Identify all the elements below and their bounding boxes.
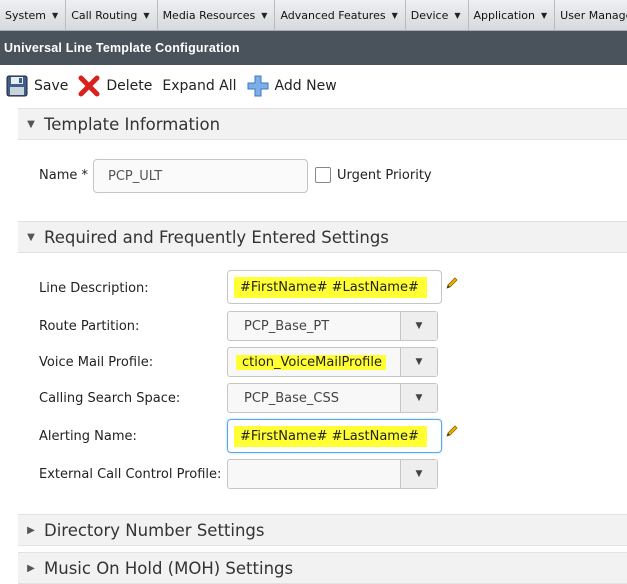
- pencil-icon[interactable]: [445, 276, 459, 290]
- line-description-label: Line Description:: [39, 281, 149, 296]
- voice-mail-profile-value: ction_VoiceMailProfile: [236, 354, 386, 370]
- expand-all-button[interactable]: Expand All: [162, 78, 236, 94]
- menu-advanced-features[interactable]: Advanced Features ▼: [275, 0, 406, 30]
- menu-user-management[interactable]: User Management: [555, 0, 627, 30]
- voice-mail-profile-select[interactable]: ction_VoiceMailProfile ▼: [227, 347, 438, 377]
- chevron-down-icon[interactable]: ▼: [400, 460, 437, 488]
- external-call-control-select[interactable]: ▼: [227, 459, 438, 489]
- name-field[interactable]: PCP_ULT: [93, 159, 308, 193]
- alerting-name-input[interactable]: #FirstName# #LastName#: [227, 419, 442, 453]
- red-x-icon: [78, 75, 100, 97]
- route-partition-label: Route Partition:: [39, 319, 140, 334]
- save-label: Save: [34, 78, 69, 94]
- menu-label: User Management: [560, 8, 627, 22]
- section-title: Directory Number Settings: [44, 520, 265, 540]
- calling-search-space-select[interactable]: PCP_Base_CSS ▼: [227, 383, 438, 413]
- alerting-name-value: #FirstName# #LastName#: [234, 425, 427, 447]
- menu-label: Call Routing: [71, 8, 138, 22]
- page-title-bar: Universal Line Template Configuration: [0, 31, 627, 65]
- line-description-input[interactable]: #FirstName# #LastName#: [227, 270, 442, 304]
- pencil-icon[interactable]: [445, 424, 459, 438]
- section-title: Required and Frequently Entered Settings: [44, 227, 389, 247]
- voice-mail-profile-value-wrap: ction_VoiceMailProfile: [228, 354, 400, 370]
- menu-device[interactable]: Device ▼: [406, 0, 469, 30]
- route-partition-select[interactable]: PCP_Base_PT ▼: [227, 311, 438, 341]
- add-new-label: Add New: [274, 78, 337, 94]
- line-description-value: #FirstName# #LastName#: [234, 276, 427, 298]
- chevron-down-icon[interactable]: ▼: [400, 348, 437, 376]
- page-title: Universal Line Template Configuration: [4, 41, 240, 55]
- urgent-priority-label: Urgent Priority: [337, 168, 432, 183]
- voice-mail-profile-label: Voice Mail Profile:: [39, 355, 154, 370]
- top-menu-bar: System ▼ Call Routing ▼ Media Resources ▼ A…: [0, 0, 627, 31]
- chevron-down-icon: ▼: [143, 10, 150, 20]
- menu-system[interactable]: System ▼: [0, 0, 67, 30]
- chevron-down-icon[interactable]: ▼: [400, 312, 437, 340]
- section-moh[interactable]: ▶ Music On Hold (MOH) Settings: [18, 552, 627, 584]
- name-label: Name *: [39, 168, 88, 183]
- menu-application[interactable]: Application ▼: [469, 0, 556, 30]
- section-template-information[interactable]: ▼ Template Information: [18, 108, 627, 140]
- menu-label: Advanced Features: [280, 8, 386, 22]
- collapse-triangle-icon: ▼: [27, 118, 35, 130]
- chevron-down-icon: ▼: [391, 10, 398, 20]
- delete-label: Delete: [106, 78, 153, 94]
- menu-label: System: [5, 8, 47, 22]
- alerting-name-label: Alerting Name:: [39, 429, 137, 444]
- calling-search-space-value: PCP_Base_CSS: [244, 390, 339, 406]
- chevron-down-icon: ▼: [261, 10, 268, 20]
- expand-all-label: Expand All: [162, 78, 237, 94]
- route-partition-value: PCP_Base_PT: [244, 318, 330, 334]
- name-value: PCP_ULT: [108, 168, 163, 184]
- chevron-down-icon: ▼: [52, 10, 59, 20]
- menu-media-resources[interactable]: Media Resources ▼: [158, 0, 276, 30]
- collapse-triangle-icon: ▼: [27, 231, 35, 243]
- blue-plus-icon: [247, 75, 269, 97]
- external-call-control-label: External Call Control Profile:: [39, 467, 222, 482]
- menu-label: Media Resources: [162, 8, 256, 22]
- menu-label: Device: [410, 8, 449, 22]
- floppy-disk-icon: [6, 75, 28, 97]
- urgent-priority-checkbox[interactable]: [315, 167, 331, 183]
- menu-label: Application: [473, 8, 535, 22]
- chevron-down-icon: ▼: [454, 10, 461, 20]
- chevron-down-icon: ▼: [540, 10, 548, 20]
- menu-call-routing[interactable]: Call Routing ▼: [66, 0, 158, 30]
- delete-button[interactable]: Delete: [78, 75, 152, 97]
- expand-triangle-icon: ▶: [27, 562, 35, 574]
- save-button[interactable]: Save: [6, 75, 68, 97]
- add-new-button[interactable]: Add New: [247, 75, 337, 97]
- section-title: Template Information: [44, 114, 221, 134]
- expand-triangle-icon: ▶: [27, 524, 35, 536]
- section-required-settings[interactable]: ▼ Required and Frequently Entered Settin…: [18, 221, 627, 253]
- section-directory-number[interactable]: ▶ Directory Number Settings: [18, 514, 627, 546]
- chevron-down-icon[interactable]: ▼: [400, 384, 437, 412]
- toolbar: Save Delete Expand All Add New: [0, 67, 627, 105]
- section-title: Music On Hold (MOH) Settings: [44, 558, 294, 578]
- calling-search-space-label: Calling Search Space:: [39, 391, 181, 406]
